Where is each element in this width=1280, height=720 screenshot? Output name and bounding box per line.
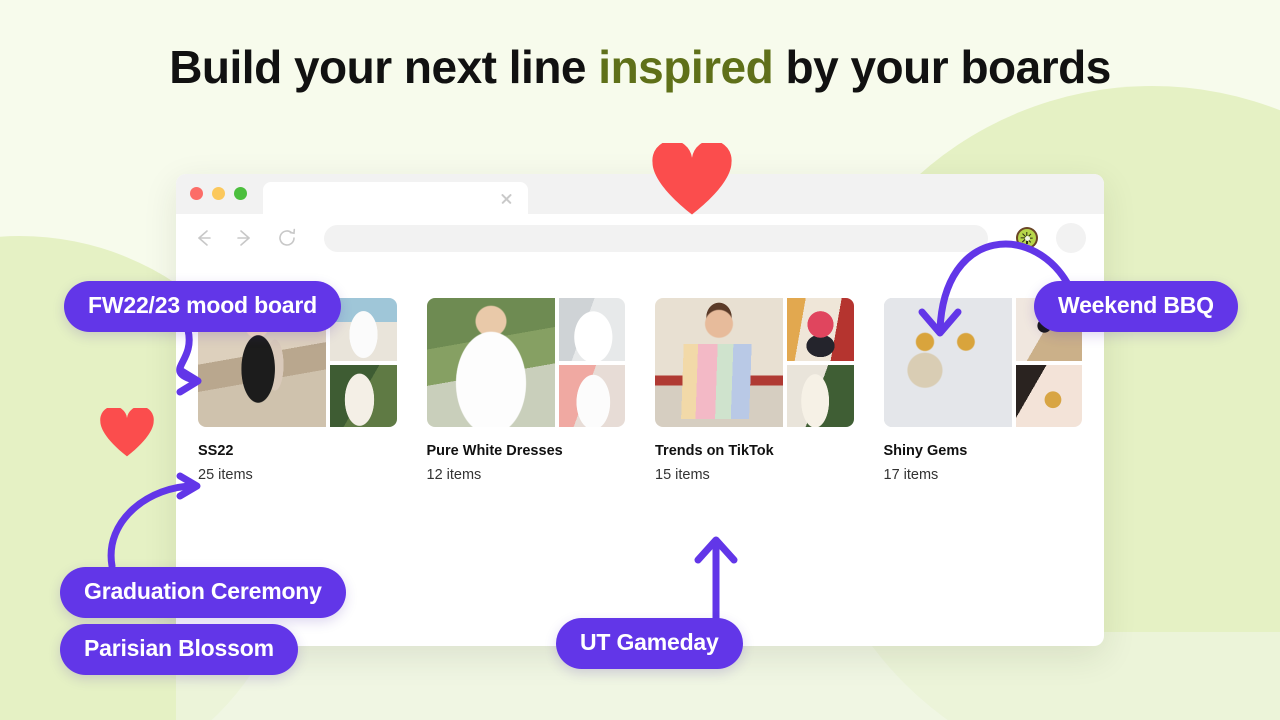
heart-icon <box>652 143 732 215</box>
callout-pill-fw-mood-board[interactable]: FW22/23 mood board <box>64 281 341 332</box>
board-thumbnails <box>655 298 854 427</box>
address-bar[interactable] <box>324 224 988 252</box>
board-item-count: 17 items <box>883 467 939 483</box>
profile-avatar-icon[interactable] <box>1056 223 1086 253</box>
board-thumbnail-small <box>558 298 625 361</box>
board-item-count: 25 items <box>198 467 253 483</box>
board-thumbnail-small <box>787 298 854 361</box>
browser-tab[interactable] <box>263 182 528 214</box>
board-thumbnail-small <box>1015 364 1082 427</box>
board-thumbnails <box>426 298 625 427</box>
board-title: Pure White Dresses <box>426 443 563 459</box>
headline-accent-word: inspired <box>598 41 774 93</box>
callout-pill-weekend-bbq[interactable]: Weekend BBQ <box>1034 281 1238 332</box>
board-card[interactable]: Trends on TikTok 15 items <box>655 298 854 483</box>
board-thumbnail-side-stack <box>330 298 397 427</box>
board-thumbnail-side-stack <box>558 298 625 427</box>
maximize-window-button[interactable] <box>234 186 247 200</box>
board-title: Trends on TikTok <box>655 443 774 459</box>
callout-pill-ut-gameday[interactable]: UT Gameday <box>556 618 743 669</box>
board-card[interactable]: Pure White Dresses 12 items <box>426 298 625 483</box>
close-icon[interactable] <box>499 191 514 206</box>
minimize-window-button[interactable] <box>212 186 225 200</box>
callout-pill-parisian-blossom[interactable]: Parisian Blossom <box>60 624 298 675</box>
board-thumbnail-small <box>558 364 625 427</box>
arrow-left-icon[interactable] <box>190 225 216 251</box>
board-thumbnail-main <box>883 298 1012 427</box>
window-traffic-lights <box>190 174 247 214</box>
arrow-right-icon[interactable] <box>232 225 258 251</box>
board-thumbnail-side-stack <box>787 298 854 427</box>
board-thumbnail-small <box>787 364 854 427</box>
callout-pill-graduation-ceremony[interactable]: Graduation Ceremony <box>60 567 346 618</box>
board-thumbnail-main <box>655 298 783 427</box>
board-title: Shiny Gems <box>883 443 968 459</box>
headline-part-after: by your boards <box>773 41 1112 93</box>
kiwi-extension-icon[interactable] <box>1014 225 1040 251</box>
page-title: Build your next line inspired by your bo… <box>0 40 1280 94</box>
headline-part-before: Build your next line <box>169 41 599 93</box>
board-thumbnail-main <box>426 298 555 427</box>
board-item-count: 15 items <box>655 467 710 483</box>
browser-tab-bar <box>176 174 1104 214</box>
browser-toolbar <box>176 214 1104 262</box>
board-title: SS22 <box>198 443 234 459</box>
heart-icon <box>100 408 154 457</box>
close-window-button[interactable] <box>190 186 203 200</box>
board-item-count: 12 items <box>426 467 482 483</box>
reload-icon[interactable] <box>274 225 300 251</box>
board-thumbnail-small <box>330 364 397 427</box>
